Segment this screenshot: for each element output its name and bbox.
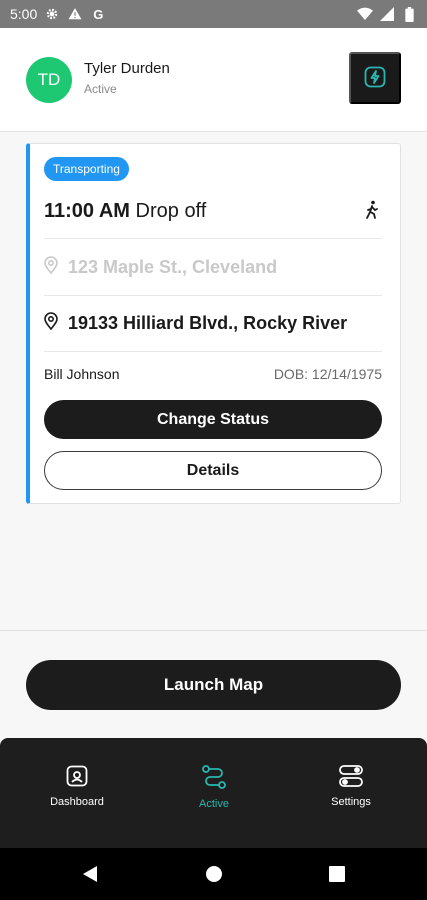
pickup-address-row: 123 Maple St., Cleveland xyxy=(44,256,277,279)
divider xyxy=(0,630,427,631)
trip-card[interactable]: Transporting 11:00 AM Drop off 123 Maple… xyxy=(26,143,401,504)
divider xyxy=(44,295,382,296)
tab-dashboard[interactable]: Dashboard xyxy=(32,764,122,808)
trip-time: 11:00 AM xyxy=(44,200,130,222)
user-name: Tyler Durden xyxy=(84,60,170,77)
clock: 5:00 xyxy=(10,6,38,22)
divider xyxy=(44,238,382,239)
passenger-name: Bill Johnson xyxy=(44,366,120,382)
dropoff-address-row: 19133 Hilliard Blvd., Rocky River xyxy=(44,312,347,335)
change-status-button[interactable]: Change Status xyxy=(44,400,382,439)
divider xyxy=(44,351,382,352)
status-bar: 5:00 G xyxy=(0,0,427,28)
dropoff-address: 19133 Hilliard Blvd., Rocky River xyxy=(68,313,348,333)
avatar[interactable]: TD xyxy=(26,57,72,103)
walking-icon xyxy=(364,200,380,225)
tab-label: Dashboard xyxy=(50,796,104,808)
bolt-icon xyxy=(363,65,387,92)
location-pin-icon xyxy=(44,256,58,279)
recents-icon[interactable] xyxy=(327,864,347,884)
battery-icon xyxy=(401,6,417,22)
tab-label: Active xyxy=(199,798,229,810)
gear-icon xyxy=(44,6,60,22)
location-pin-icon xyxy=(44,312,58,335)
tab-active[interactable]: Active xyxy=(169,764,259,810)
status-badge: Transporting xyxy=(44,157,129,181)
passenger-dob: DOB: 12/14/1975 xyxy=(273,366,382,382)
route-icon xyxy=(201,764,227,793)
back-icon[interactable] xyxy=(80,864,100,884)
system-nav-bar xyxy=(0,848,427,900)
tab-settings[interactable]: Settings xyxy=(306,764,396,808)
toggles-icon xyxy=(338,764,364,791)
trip-type: Drop off xyxy=(135,200,207,222)
dashboard-icon xyxy=(65,764,89,791)
google-icon: G xyxy=(93,6,104,22)
tab-label: Settings xyxy=(331,796,371,808)
signal-icon xyxy=(379,6,395,22)
bottom-tab-bar: Dashboard Active Settings xyxy=(0,738,427,848)
header: TD Tyler Durden Active xyxy=(0,28,427,132)
details-button[interactable]: Details xyxy=(44,451,382,490)
user-status: Active xyxy=(84,82,117,96)
bolt-button[interactable] xyxy=(349,52,401,104)
warning-icon xyxy=(67,6,83,22)
launch-map-button[interactable]: Launch Map xyxy=(26,660,401,710)
pickup-address: 123 Maple St., Cleveland xyxy=(68,257,278,277)
home-icon[interactable] xyxy=(204,864,224,884)
wifi-icon xyxy=(357,6,373,22)
trip-time-row: 11:00 AM Drop off xyxy=(44,200,206,223)
